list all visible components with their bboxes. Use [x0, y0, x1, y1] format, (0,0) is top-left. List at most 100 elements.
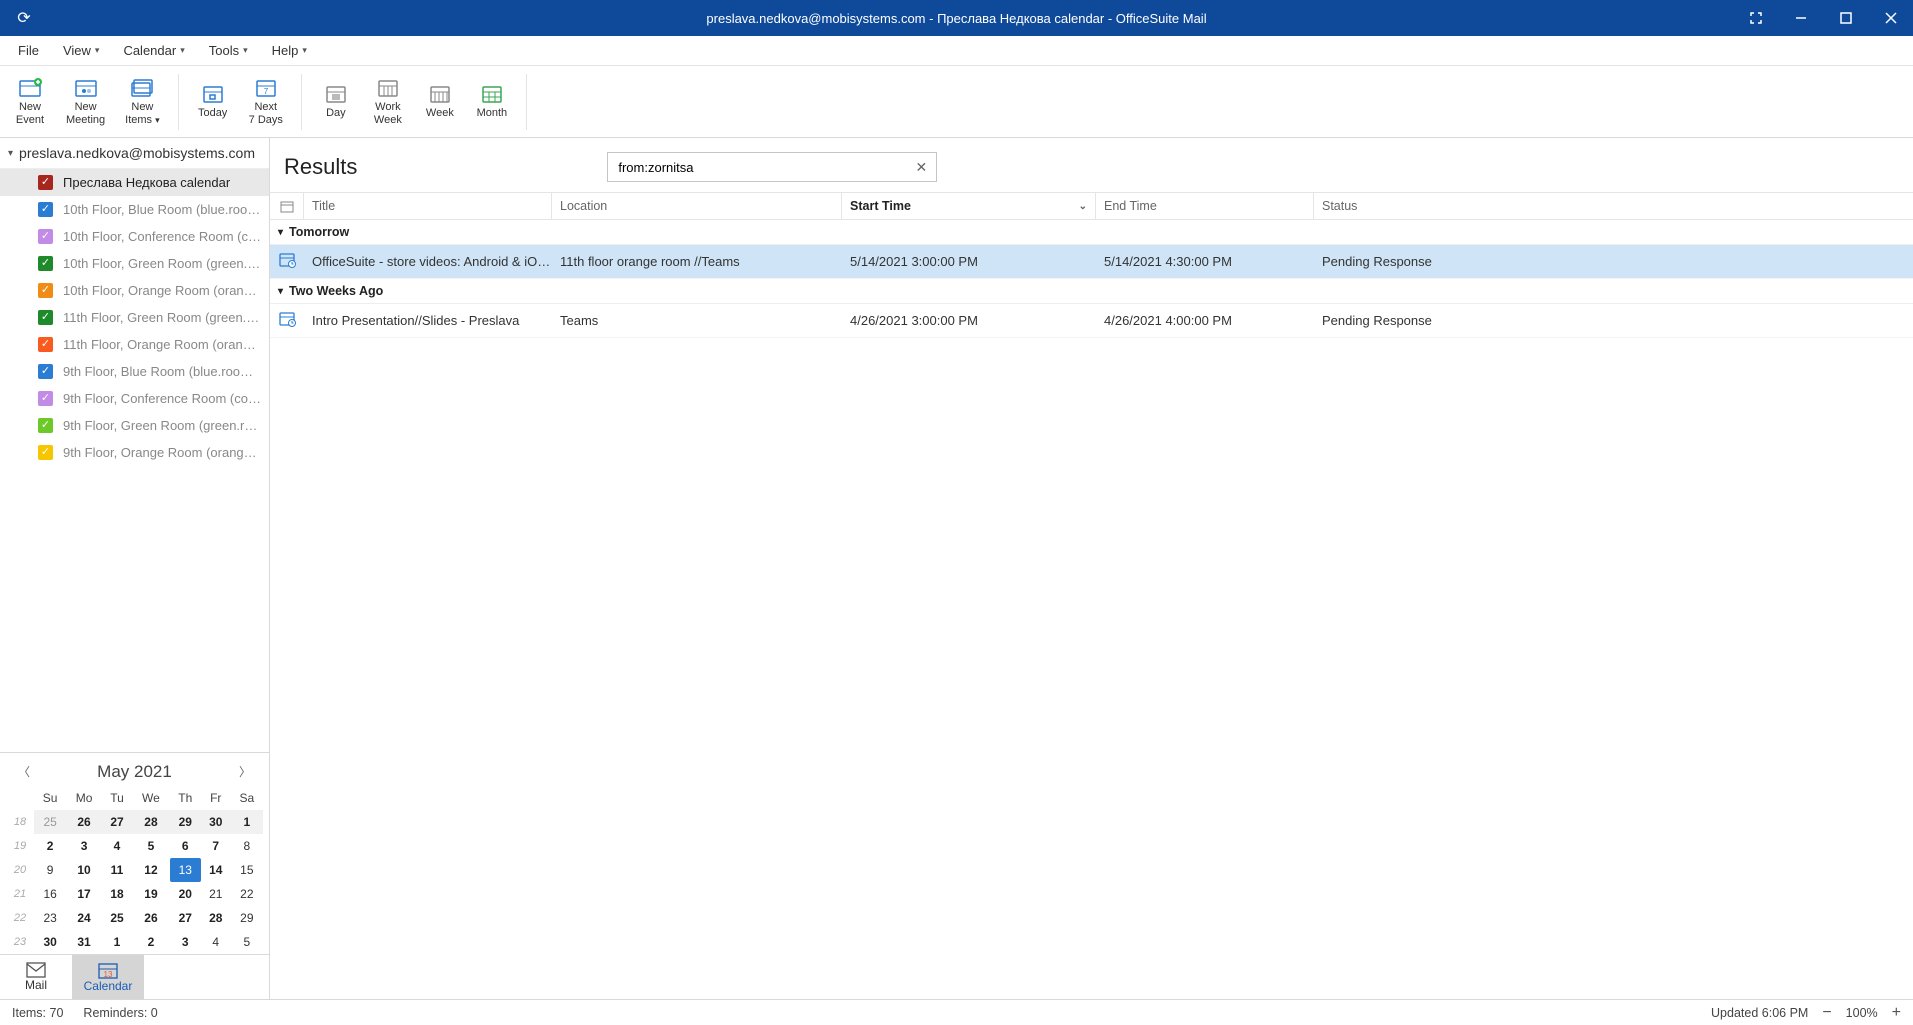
- calendar-checkbox[interactable]: [38, 391, 53, 406]
- group-header[interactable]: ▾Tomorrow: [270, 220, 1913, 245]
- calendar-item[interactable]: 9th Floor, Green Room (green.room…: [0, 412, 269, 439]
- date-cell[interactable]: 27: [102, 810, 132, 834]
- new-event-button[interactable]: New Event: [6, 75, 54, 128]
- calendar-item[interactable]: 10th Floor, Blue Room (blue.room.10…: [0, 196, 269, 223]
- date-cell[interactable]: 29: [170, 810, 201, 834]
- menu-help[interactable]: Help▾: [262, 39, 317, 62]
- date-cell[interactable]: 13: [170, 858, 201, 882]
- date-cell[interactable]: 6: [170, 834, 201, 858]
- work-week-button[interactable]: Work Week: [364, 75, 412, 128]
- date-cell[interactable]: 18: [102, 882, 132, 906]
- date-cell[interactable]: 26: [66, 810, 102, 834]
- date-cell[interactable]: 28: [132, 810, 170, 834]
- date-cell[interactable]: 4: [102, 834, 132, 858]
- date-cell[interactable]: 27: [170, 906, 201, 930]
- calendar-checkbox[interactable]: [38, 202, 53, 217]
- date-cell[interactable]: 3: [66, 834, 102, 858]
- date-cell[interactable]: 16: [34, 882, 66, 906]
- date-cell[interactable]: 14: [201, 858, 231, 882]
- date-cell[interactable]: 31: [66, 930, 102, 954]
- date-cell[interactable]: 30: [201, 810, 231, 834]
- status-column-header[interactable]: Status: [1314, 193, 1913, 219]
- calendar-checkbox[interactable]: [38, 283, 53, 298]
- new-items-button[interactable]: New Items ▾: [117, 75, 168, 128]
- calendar-grid[interactable]: SuMoTuWeThFrSa18252627282930119234567820…: [6, 786, 263, 954]
- zoom-out-button[interactable]: −: [1822, 1004, 1831, 1022]
- refresh-icon[interactable]: ⟳: [0, 8, 48, 28]
- date-cell[interactable]: 8: [231, 834, 263, 858]
- calendar-item[interactable]: 9th Floor, Blue Room (blue.room.9@…: [0, 358, 269, 385]
- account-header[interactable]: ▾ preslava.nedkova@mobisystems.com: [0, 138, 269, 168]
- date-cell[interactable]: 20: [170, 882, 201, 906]
- calendar-checkbox[interactable]: [38, 229, 53, 244]
- title-column-header[interactable]: Title: [304, 193, 552, 219]
- calendar-checkbox[interactable]: [38, 310, 53, 325]
- date-cell[interactable]: 22: [231, 882, 263, 906]
- week-view-button[interactable]: Week: [416, 81, 464, 122]
- fullscreen-icon[interactable]: [1733, 0, 1778, 36]
- calendar-checkbox[interactable]: [38, 337, 53, 352]
- calendar-checkbox[interactable]: [38, 364, 53, 379]
- date-cell[interactable]: 25: [102, 906, 132, 930]
- date-cell[interactable]: 11: [102, 858, 132, 882]
- end-column-header[interactable]: End Time: [1096, 193, 1314, 219]
- date-cell[interactable]: 24: [66, 906, 102, 930]
- new-meeting-button[interactable]: New Meeting: [58, 75, 113, 128]
- date-cell[interactable]: 23: [34, 906, 66, 930]
- date-cell[interactable]: 3: [170, 930, 201, 954]
- mail-nav-button[interactable]: Mail: [0, 955, 72, 999]
- clear-search-button[interactable]: ✕: [906, 159, 936, 176]
- date-cell[interactable]: 28: [201, 906, 231, 930]
- month-view-button[interactable]: Month: [468, 81, 516, 122]
- calendar-item[interactable]: 10th Floor, Conference Room (conf…: [0, 223, 269, 250]
- minimize-button[interactable]: [1778, 0, 1823, 36]
- date-cell[interactable]: 21: [201, 882, 231, 906]
- calendar-item[interactable]: 10th Floor, Green Room (green.roo…: [0, 250, 269, 277]
- prev-month-button[interactable]: 〈: [14, 759, 34, 784]
- day-view-button[interactable]: Day: [312, 81, 360, 122]
- icon-column-header[interactable]: [270, 193, 304, 219]
- maximize-button[interactable]: [1823, 0, 1868, 36]
- menu-view[interactable]: View▾: [53, 39, 109, 62]
- date-cell[interactable]: 30: [34, 930, 66, 954]
- menu-tools[interactable]: Tools▾: [199, 39, 258, 62]
- date-cell[interactable]: 4: [201, 930, 231, 954]
- date-cell[interactable]: 19: [132, 882, 170, 906]
- calendar-item[interactable]: Преслава Недкова calendar: [0, 169, 269, 196]
- date-cell[interactable]: 5: [132, 834, 170, 858]
- start-column-header[interactable]: Start Time⌄: [842, 193, 1096, 219]
- group-header[interactable]: ▾Two Weeks Ago: [270, 279, 1913, 304]
- date-cell[interactable]: 1: [102, 930, 132, 954]
- calendar-checkbox[interactable]: [38, 175, 53, 190]
- next-month-button[interactable]: 〉: [235, 759, 255, 784]
- calendar-item[interactable]: 9th Floor, Orange Room (orange roo…: [0, 439, 269, 466]
- date-cell[interactable]: 26: [132, 906, 170, 930]
- calendar-item[interactable]: 9th Floor, Conference Room (confer…: [0, 385, 269, 412]
- menu-file[interactable]: File: [8, 39, 49, 62]
- zoom-in-button[interactable]: +: [1892, 1004, 1901, 1022]
- calendar-checkbox[interactable]: [38, 445, 53, 460]
- search-input[interactable]: [608, 160, 906, 175]
- date-cell[interactable]: 25: [34, 810, 66, 834]
- menu-calendar[interactable]: Calendar▾: [113, 39, 194, 62]
- next-7-days-button[interactable]: 7 Next 7 Days: [241, 75, 291, 128]
- calendar-list[interactable]: Преслава Недкова calendar10th Floor, Blu…: [0, 168, 269, 752]
- date-cell[interactable]: 15: [231, 858, 263, 882]
- date-cell[interactable]: 5: [231, 930, 263, 954]
- date-cell[interactable]: 17: [66, 882, 102, 906]
- calendar-checkbox[interactable]: [38, 418, 53, 433]
- date-cell[interactable]: 2: [132, 930, 170, 954]
- result-row[interactable]: OfficeSuite - store videos: Android & iO…: [270, 245, 1913, 279]
- date-cell[interactable]: 2: [34, 834, 66, 858]
- date-cell[interactable]: 10: [66, 858, 102, 882]
- date-cell[interactable]: 12: [132, 858, 170, 882]
- calendar-item[interactable]: 11th Floor, Orange Room (orange.ro…: [0, 331, 269, 358]
- calendar-item[interactable]: 10th Floor, Orange Room (orange.ro…: [0, 277, 269, 304]
- location-column-header[interactable]: Location: [552, 193, 842, 219]
- date-cell[interactable]: 9: [34, 858, 66, 882]
- date-cell[interactable]: 1: [231, 810, 263, 834]
- date-cell[interactable]: 29: [231, 906, 263, 930]
- close-button[interactable]: [1868, 0, 1913, 36]
- today-button[interactable]: Today: [189, 81, 237, 122]
- date-cell[interactable]: 7: [201, 834, 231, 858]
